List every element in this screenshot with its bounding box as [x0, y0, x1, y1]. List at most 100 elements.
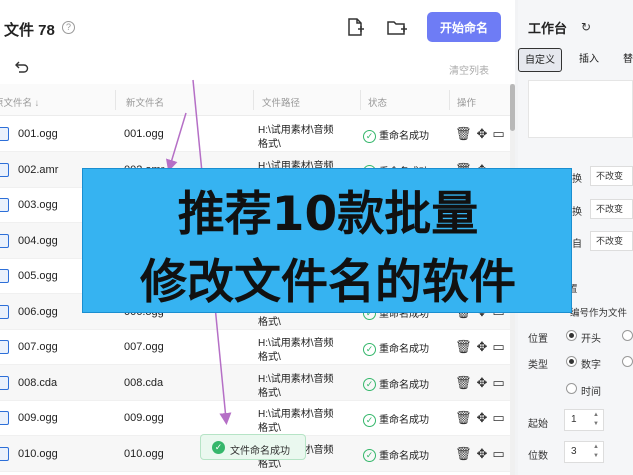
file-path-cont: 格式\: [258, 423, 281, 434]
move-icon[interactable]: ✥: [477, 410, 493, 425]
new-filename: 007.ogg: [124, 341, 164, 353]
rule-input-area[interactable]: [528, 80, 633, 138]
trash-icon[interactable]: 🗑: [455, 339, 477, 354]
undo-icon[interactable]: [13, 59, 29, 75]
status-text: 重命名成功: [379, 450, 429, 462]
help-icon[interactable]: ?: [62, 21, 75, 34]
panel-header: 文件 78 ? 开始命名: [0, 0, 515, 56]
option-select[interactable]: 不改变: [590, 231, 633, 251]
file-path-cont: 格式\: [258, 352, 281, 363]
folder-icon[interactable]: ▭: [492, 446, 509, 461]
table-row[interactable]: 007.ogg 007.ogg H:\试用素材\音频 格式\ ✓ 重命名成功 🗑✥▭: [0, 329, 510, 365]
tab-replace[interactable]: 替: [618, 48, 633, 72]
status-text: 重命名成功: [379, 131, 429, 142]
option-label: 换: [572, 174, 582, 185]
add-folder-icon[interactable]: [386, 16, 408, 38]
row-actions: 🗑✥▭: [455, 410, 510, 426]
row-actions: 🗑✥▭: [455, 126, 510, 142]
position-start-radio[interactable]: [566, 330, 577, 341]
toast-text: 文件命名成功: [230, 446, 290, 457]
table-row[interactable]: 008.cda 008.cda H:\试用素材\音频 格式\ ✓ 重命名成功 🗑✥▭: [0, 364, 510, 401]
column-separator: [449, 90, 450, 110]
position-end-radio[interactable]: [622, 330, 633, 341]
trash-icon[interactable]: 🗑: [455, 446, 477, 461]
start-label: 起始: [528, 419, 548, 430]
folder-icon[interactable]: ▭: [492, 339, 509, 354]
type-time-label: 时间: [581, 387, 601, 398]
type-time-radio[interactable]: [566, 383, 577, 394]
column-original-name[interactable]: 原文件名 ↓: [0, 95, 39, 109]
digits-stepper[interactable]: 3 ▲ ▼: [564, 441, 604, 463]
start-value: 1: [571, 414, 577, 425]
folder-icon[interactable]: ▭: [492, 410, 509, 425]
type-other-radio[interactable]: [622, 356, 633, 367]
file-path-cont: 格式\: [258, 387, 281, 399]
stepper-arrows-icon[interactable]: ▲ ▼: [593, 443, 599, 461]
audio-file-icon: [0, 162, 9, 177]
type-label: 类型: [528, 360, 548, 371]
add-file-icon[interactable]: [344, 16, 366, 38]
new-filename: 008.cda: [124, 376, 164, 389]
original-filename: 003.ogg: [18, 199, 58, 211]
move-icon[interactable]: ✥: [477, 339, 493, 354]
folder-icon[interactable]: ▭: [492, 126, 509, 141]
trash-icon[interactable]: 🗑: [455, 375, 477, 390]
table-row[interactable]: 009.ogg 009.ogg H:\试用素材\音频 格式\ ✓ 重命名成功 🗑✥▭: [0, 400, 510, 436]
audio-file-icon: [0, 446, 9, 461]
audio-file-icon: [0, 127, 9, 141]
file-path-cont: 格式\: [258, 139, 281, 150]
check-icon: ✓: [363, 129, 376, 143]
refresh-icon[interactable]: ↻: [581, 20, 591, 34]
status-text: 重命名成功: [379, 344, 429, 355]
start-stepper[interactable]: 1 ▲ ▼: [564, 409, 604, 431]
new-filename: 010.ogg: [124, 447, 164, 460]
new-filename: 001.ogg: [124, 128, 164, 140]
row-actions: 🗑✥▭: [455, 339, 510, 355]
tab-custom[interactable]: 自定义: [518, 48, 562, 72]
stepper-arrows-icon[interactable]: ▲ ▼: [593, 411, 599, 429]
column-status: 状态: [368, 98, 388, 109]
check-icon: ✓: [363, 342, 376, 356]
folder-icon[interactable]: ▭: [492, 375, 509, 390]
check-icon: ✓: [363, 413, 376, 427]
trash-icon[interactable]: 🗑: [455, 410, 477, 425]
file-path: H:\试用素材\音频: [258, 338, 334, 349]
audio-file-icon: [0, 233, 9, 248]
banner-line-1: 推荐10款批量: [177, 187, 479, 242]
tab-insert[interactable]: 插入: [572, 48, 606, 72]
start-rename-button[interactable]: 开始命名: [427, 12, 501, 42]
status-badge: ✓重命名成功: [363, 411, 429, 427]
original-filename: 010.ogg: [18, 447, 58, 460]
digits-label: 位数: [528, 451, 548, 462]
check-icon: ✓: [363, 378, 376, 392]
digits-value: 3: [571, 446, 577, 457]
status-badge: ✓重命名成功: [363, 447, 429, 463]
file-path: H:\试用素材\音频: [258, 125, 334, 136]
status-badge: ✓重命名成功: [363, 127, 429, 143]
column-separator: [360, 90, 361, 110]
option-select[interactable]: 不改变: [590, 199, 633, 219]
table-row[interactable]: 001.ogg 001.ogg H:\试用素材\音频 格式\ ✓ 重命名成功 🗑✥▭: [0, 116, 510, 152]
clear-list-button[interactable]: 清空列表: [449, 62, 489, 77]
file-path: H:\试用素材\音频: [258, 373, 334, 385]
option-select[interactable]: 不改变: [590, 166, 633, 186]
scrollbar-thumb[interactable]: [510, 84, 515, 131]
banner-line-2: 修改文件名的软件: [140, 255, 516, 310]
original-filename: 002.amr: [18, 163, 59, 176]
type-number-radio[interactable]: [566, 356, 577, 367]
trash-icon[interactable]: 🗑: [455, 126, 477, 141]
original-filename: 007.ogg: [18, 341, 58, 353]
row-actions: 🗑✥▭: [455, 375, 510, 391]
audio-file-icon: [0, 375, 9, 390]
check-icon: ✓: [363, 449, 376, 463]
column-separator: [253, 90, 254, 110]
position-start-label: 开头: [581, 334, 601, 345]
row-actions: 🗑✥▭: [455, 446, 510, 462]
file-count-title: 文件 78: [4, 22, 55, 39]
move-icon[interactable]: ✥: [477, 375, 493, 390]
move-icon[interactable]: ✥: [477, 126, 493, 141]
move-icon[interactable]: ✥: [477, 446, 493, 461]
audio-file-icon: [0, 340, 9, 354]
position-label: 位置: [528, 334, 548, 345]
status-badge: ✓重命名成功: [363, 340, 429, 356]
